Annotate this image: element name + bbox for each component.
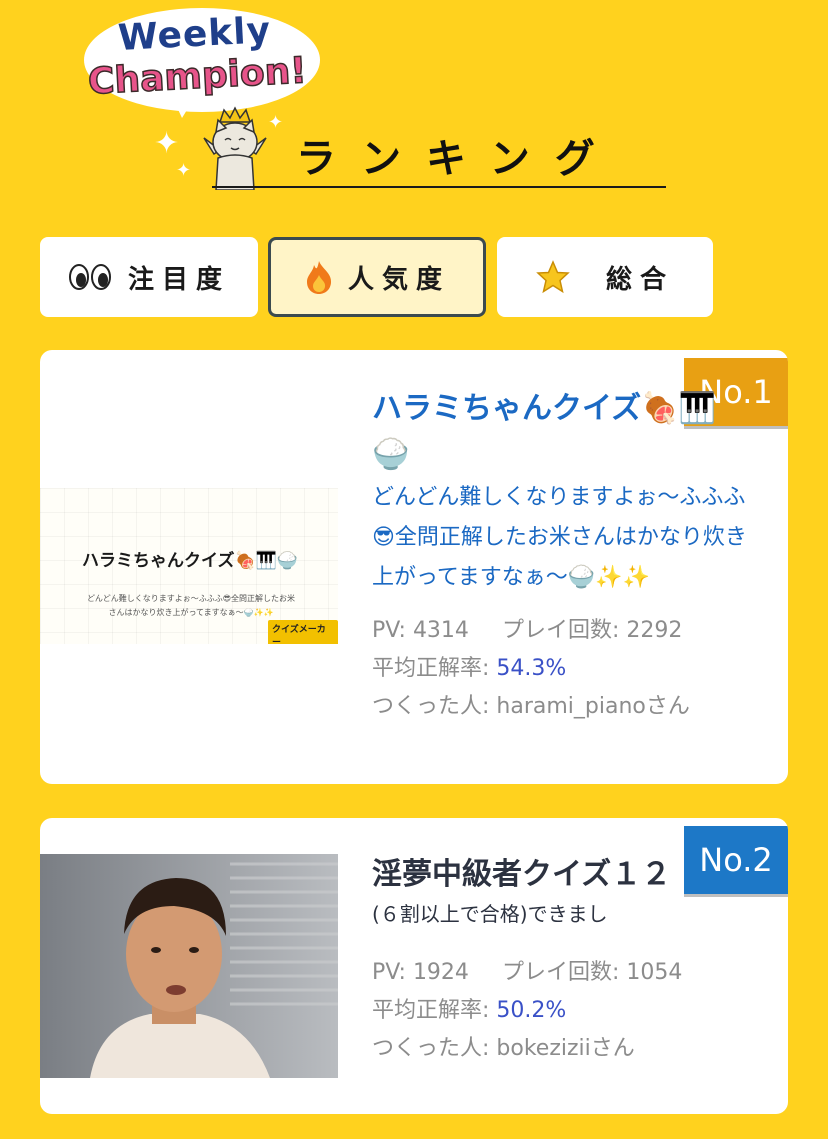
star-icon [536, 260, 570, 294]
tab-label: 注目度 [127, 264, 230, 295]
quiz-title[interactable]: ハラミちゃんクイズ🍖🎹 🍚 [372, 386, 758, 478]
title-underline [212, 186, 666, 188]
quiz-description: どんどん難しくなりますよぉ〜ふふふ😎全問正解したお米さんはかなり炊き上がってます… [372, 485, 747, 590]
creator-name[interactable]: bokeziziiさん [496, 1036, 634, 1061]
plays-value: 2292 [626, 618, 683, 643]
plays-value: 1054 [626, 960, 683, 985]
stats-row-views: PV: 4314 プレイ回数: 2292 [372, 612, 758, 650]
tab-overall[interactable]: 総合 [497, 237, 713, 317]
thumbnail-title: ハラミちゃんクイズ🍖🎹🍚 [82, 551, 298, 571]
person-photo [40, 854, 338, 1078]
tab-popularity[interactable]: 人気度 [268, 237, 486, 317]
plays-label: プレイ回数: [501, 960, 620, 985]
stats-row-accuracy: 平均正解率: 50.2% [372, 992, 758, 1030]
rice-icon: 🍚 [372, 437, 410, 472]
creator-name[interactable]: harami_pianoさん [496, 694, 689, 719]
eyes-icon [68, 263, 114, 291]
plays-label: プレイ回数: [501, 618, 620, 643]
page-title: ランキング [296, 136, 620, 182]
creator-label: つくった人: [372, 694, 490, 719]
sparkle-icon: ✦ [154, 126, 180, 161]
ranking-card[interactable]: No.1 ハラミちゃんクイズ🍖🎹🍚 どんどん難しくなりますよぉ〜ふふふ😎全問正解… [40, 350, 788, 784]
pv-value: 4314 [412, 618, 469, 643]
accuracy-value: 54.3% [496, 656, 567, 681]
stats-row-views: PV: 1924 プレイ回数: 1054 [372, 954, 758, 992]
stats-row-creator: つくった人: harami_pianoさん [372, 688, 758, 726]
accuracy-value: 50.2% [496, 998, 567, 1023]
sparkle-icon: ✦ [176, 160, 192, 181]
accuracy-label: 平均正解率: [372, 998, 490, 1023]
thumbnail-description: どんどん難しくなりますよぉ〜ふふふ😎全問正解したお米さんはかなり炊き上がってます… [86, 594, 296, 617]
stats-row-creator: つくった人: bokeziziiさん [372, 1030, 758, 1068]
creator-label: つくった人: [372, 1036, 490, 1061]
quiz-stats: PV: 1924 プレイ回数: 1054 平均正解率: 50.2% つくった人:… [372, 954, 758, 1068]
quiz-title[interactable]: 淫夢中級者クイズ１２ [372, 852, 692, 898]
accuracy-label: 平均正解率: [372, 656, 490, 681]
ranking-card[interactable]: No.2 淫夢中級者クイズ１２ (６割以上で合格)できまし PV: 1924 プ… [40, 818, 788, 1114]
quiz-description: (６割以上で合格)できまし [372, 902, 608, 926]
card-text: 淫夢中級者クイズ１２ (６割以上で合格)できまし PV: 1924 プレイ回数:… [372, 852, 758, 1068]
tab-label: 人気度 [347, 264, 450, 295]
stats-row-accuracy: 平均正解率: 54.3% [372, 650, 758, 688]
tab-label: 総合 [605, 264, 674, 295]
cat-mascot-icon [203, 106, 267, 190]
ranking-header: Weekly Champion! ✦ ✦ ✦ ランキング [0, 0, 828, 200]
quiz-title-text: ハラミちゃんクイズ🍖🎹 [372, 391, 716, 426]
quiz-maker-logo: クイズメーカー [268, 620, 338, 644]
pv-value: 1924 [412, 960, 469, 985]
quiz-thumbnail[interactable]: ハラミちゃんクイズ🍖🎹🍚 どんどん難しくなりますよぉ〜ふふふ😎全問正解したお米さ… [40, 488, 338, 644]
card-text: ハラミちゃんクイズ🍖🎹 🍚 どんどん難しくなりますよぉ〜ふふふ😎全問正解したお米… [372, 386, 758, 726]
weekly-label: Weekly [117, 10, 272, 59]
pv-label: PV: [372, 618, 406, 643]
tab-attention[interactable]: 注目度 [40, 237, 258, 317]
fire-icon [304, 259, 334, 295]
quiz-stats: PV: 4314 プレイ回数: 2292 平均正解率: 54.3% つくった人:… [372, 612, 758, 726]
pv-label: PV: [372, 960, 406, 985]
quiz-thumbnail[interactable] [40, 854, 338, 1078]
